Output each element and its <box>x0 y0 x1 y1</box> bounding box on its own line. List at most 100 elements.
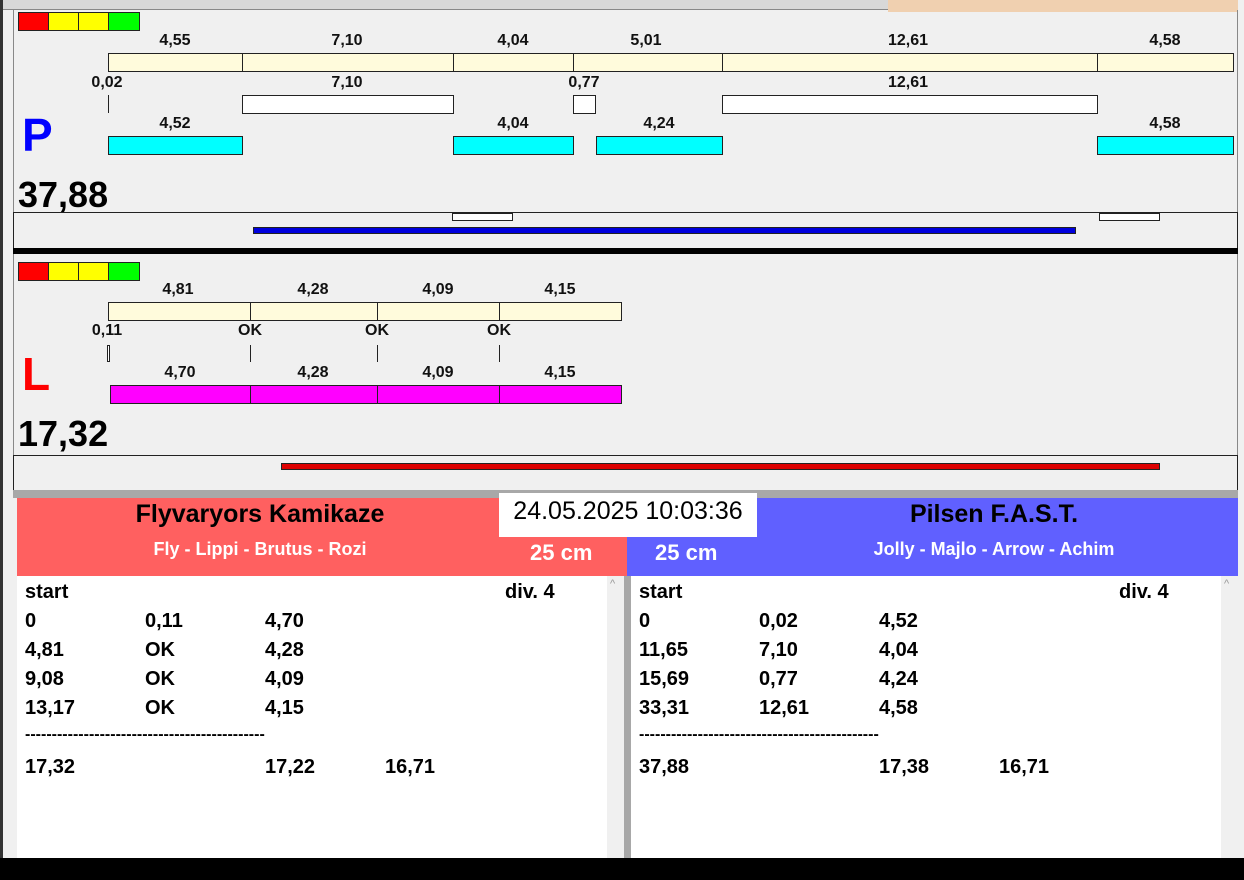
p-run-bar <box>1097 136 1234 155</box>
cell: 4,04 <box>879 639 918 661</box>
cell: 0,77 <box>759 668 798 690</box>
l-row1-label: 4,81 <box>162 281 194 298</box>
scroll-up-icon[interactable]: ^ <box>610 578 615 590</box>
color-legend <box>18 262 140 281</box>
l-tick <box>377 345 378 362</box>
l-row2-label: OK <box>365 322 389 339</box>
left-result-list[interactable]: start div. 4 0 0,11 4,70 4,81 OK 4,28 9,08 OK 4… <box>17 576 607 858</box>
datetime: 24.05.2025 10:03:36 <box>499 493 757 537</box>
right-result-list[interactable]: start div. 4 0 0,02 4,52 11,65 7,10 4,04 15,6… <box>631 576 1221 858</box>
p-row2-label: 12,61 <box>887 74 929 91</box>
legend-yellow <box>79 263 109 280</box>
l-row3-label: 4,15 <box>544 364 576 381</box>
cell: 0 <box>639 610 651 632</box>
right-team-dogs: Jolly - Majlo - Arrow - Achim <box>873 539 1115 559</box>
cell: 15,69 <box>639 668 690 690</box>
l-run-bar <box>250 385 378 404</box>
l-segment-bar <box>377 302 500 321</box>
l-fault-tick <box>107 345 110 362</box>
p-segment-bar <box>108 53 243 72</box>
p-run-bar <box>596 136 723 155</box>
cell: 0,02 <box>759 610 798 632</box>
p-segment-bar <box>453 53 574 72</box>
l-tick <box>499 345 500 362</box>
cell: 33,31 <box>639 697 690 719</box>
right-scrollbar[interactable]: ^ <box>1221 576 1238 858</box>
cell: 4,24 <box>879 668 918 690</box>
l-total: 17,32 <box>18 413 109 454</box>
l-row1-label: 4,15 <box>544 281 576 298</box>
legend-yellow <box>49 13 79 30</box>
separator: ----------------------------------------… <box>25 726 265 743</box>
l-run-bar <box>499 385 622 404</box>
div-label: div. 4 <box>1119 581 1169 603</box>
color-legend <box>18 12 140 31</box>
cell: OK <box>145 668 175 690</box>
p-marker <box>1099 213 1160 221</box>
cell: OK <box>145 639 175 661</box>
cell: 16,71 <box>385 756 436 778</box>
l-row1-label: 4,28 <box>297 281 329 298</box>
cell: 13,17 <box>25 697 76 719</box>
p-segment-bar <box>722 53 1098 72</box>
top-tab-strip <box>0 0 888 10</box>
l-run-bar <box>110 385 251 404</box>
l-row2-label: OK <box>238 322 262 339</box>
p-segment-bar <box>573 53 723 72</box>
l-letter: L <box>22 348 51 400</box>
p-run-bar <box>453 136 574 155</box>
p-row1-label: 4,55 <box>159 32 191 49</box>
p-fault-bar <box>242 95 454 114</box>
p-total: 37,88 <box>18 174 109 215</box>
left-team-height: 25 cm <box>530 540 593 565</box>
legend-red <box>19 13 49 30</box>
p-row1-label: 4,58 <box>1149 32 1181 49</box>
p-run-bar <box>108 136 243 155</box>
cell: 4,81 <box>25 639 64 661</box>
right-team-name: Pilsen F.A.S.T. <box>909 500 1079 528</box>
l-row1-label: 4,09 <box>422 281 454 298</box>
cell: 12,61 <box>759 697 810 719</box>
cell: 9,08 <box>25 668 64 690</box>
cell: 17,22 <box>265 756 316 778</box>
cell: 4,09 <box>265 668 304 690</box>
scroll-up-icon[interactable]: ^ <box>1224 578 1229 590</box>
p-fault-bar <box>722 95 1098 114</box>
cell: 17,38 <box>879 756 930 778</box>
p-segment-bar <box>1097 53 1234 72</box>
p-row1-label: 7,10 <box>331 32 363 49</box>
legend-yellow <box>79 13 109 30</box>
l-tick <box>250 345 251 362</box>
p-row2-label: 7,10 <box>331 74 363 91</box>
div-label: div. 4 <box>505 581 555 603</box>
cell: 37,88 <box>639 756 690 778</box>
cell: 4,28 <box>265 639 304 661</box>
right-team-height: 25 cm <box>655 540 718 565</box>
p-row3-label: 4,58 <box>1149 115 1181 132</box>
p-row1-label: 4,04 <box>497 32 529 49</box>
cell: 4,15 <box>265 697 304 719</box>
p-letter: P <box>22 109 53 161</box>
left-scrollbar[interactable]: ^ <box>607 576 624 858</box>
l-row2-label: OK <box>487 322 511 339</box>
p-segment-bar <box>242 53 454 72</box>
start-label: start <box>639 581 683 603</box>
cell: 4,70 <box>265 610 304 632</box>
p-row1-label: 5,01 <box>630 32 662 49</box>
cell: 4,58 <box>879 697 918 719</box>
cell: OK <box>145 697 175 719</box>
p-row2-label: 0,02 <box>91 74 123 91</box>
p-row1-label: 12,61 <box>887 32 929 49</box>
l-row2-label: 0,11 <box>91 322 123 339</box>
cell: 0,11 <box>145 610 183 632</box>
cell: 16,71 <box>999 756 1050 778</box>
l-row3-label: 4,28 <box>297 364 329 381</box>
p-row3-label: 4,24 <box>643 115 675 132</box>
p-row3-label: 4,52 <box>159 115 191 132</box>
legend-green <box>109 263 139 280</box>
l-run-bar <box>377 385 500 404</box>
l-segment-bar <box>108 302 251 321</box>
left-team-name: Flyvaryors Kamikaze <box>135 500 385 528</box>
cell: 4,52 <box>879 610 918 632</box>
cell: 0 <box>25 610 37 632</box>
